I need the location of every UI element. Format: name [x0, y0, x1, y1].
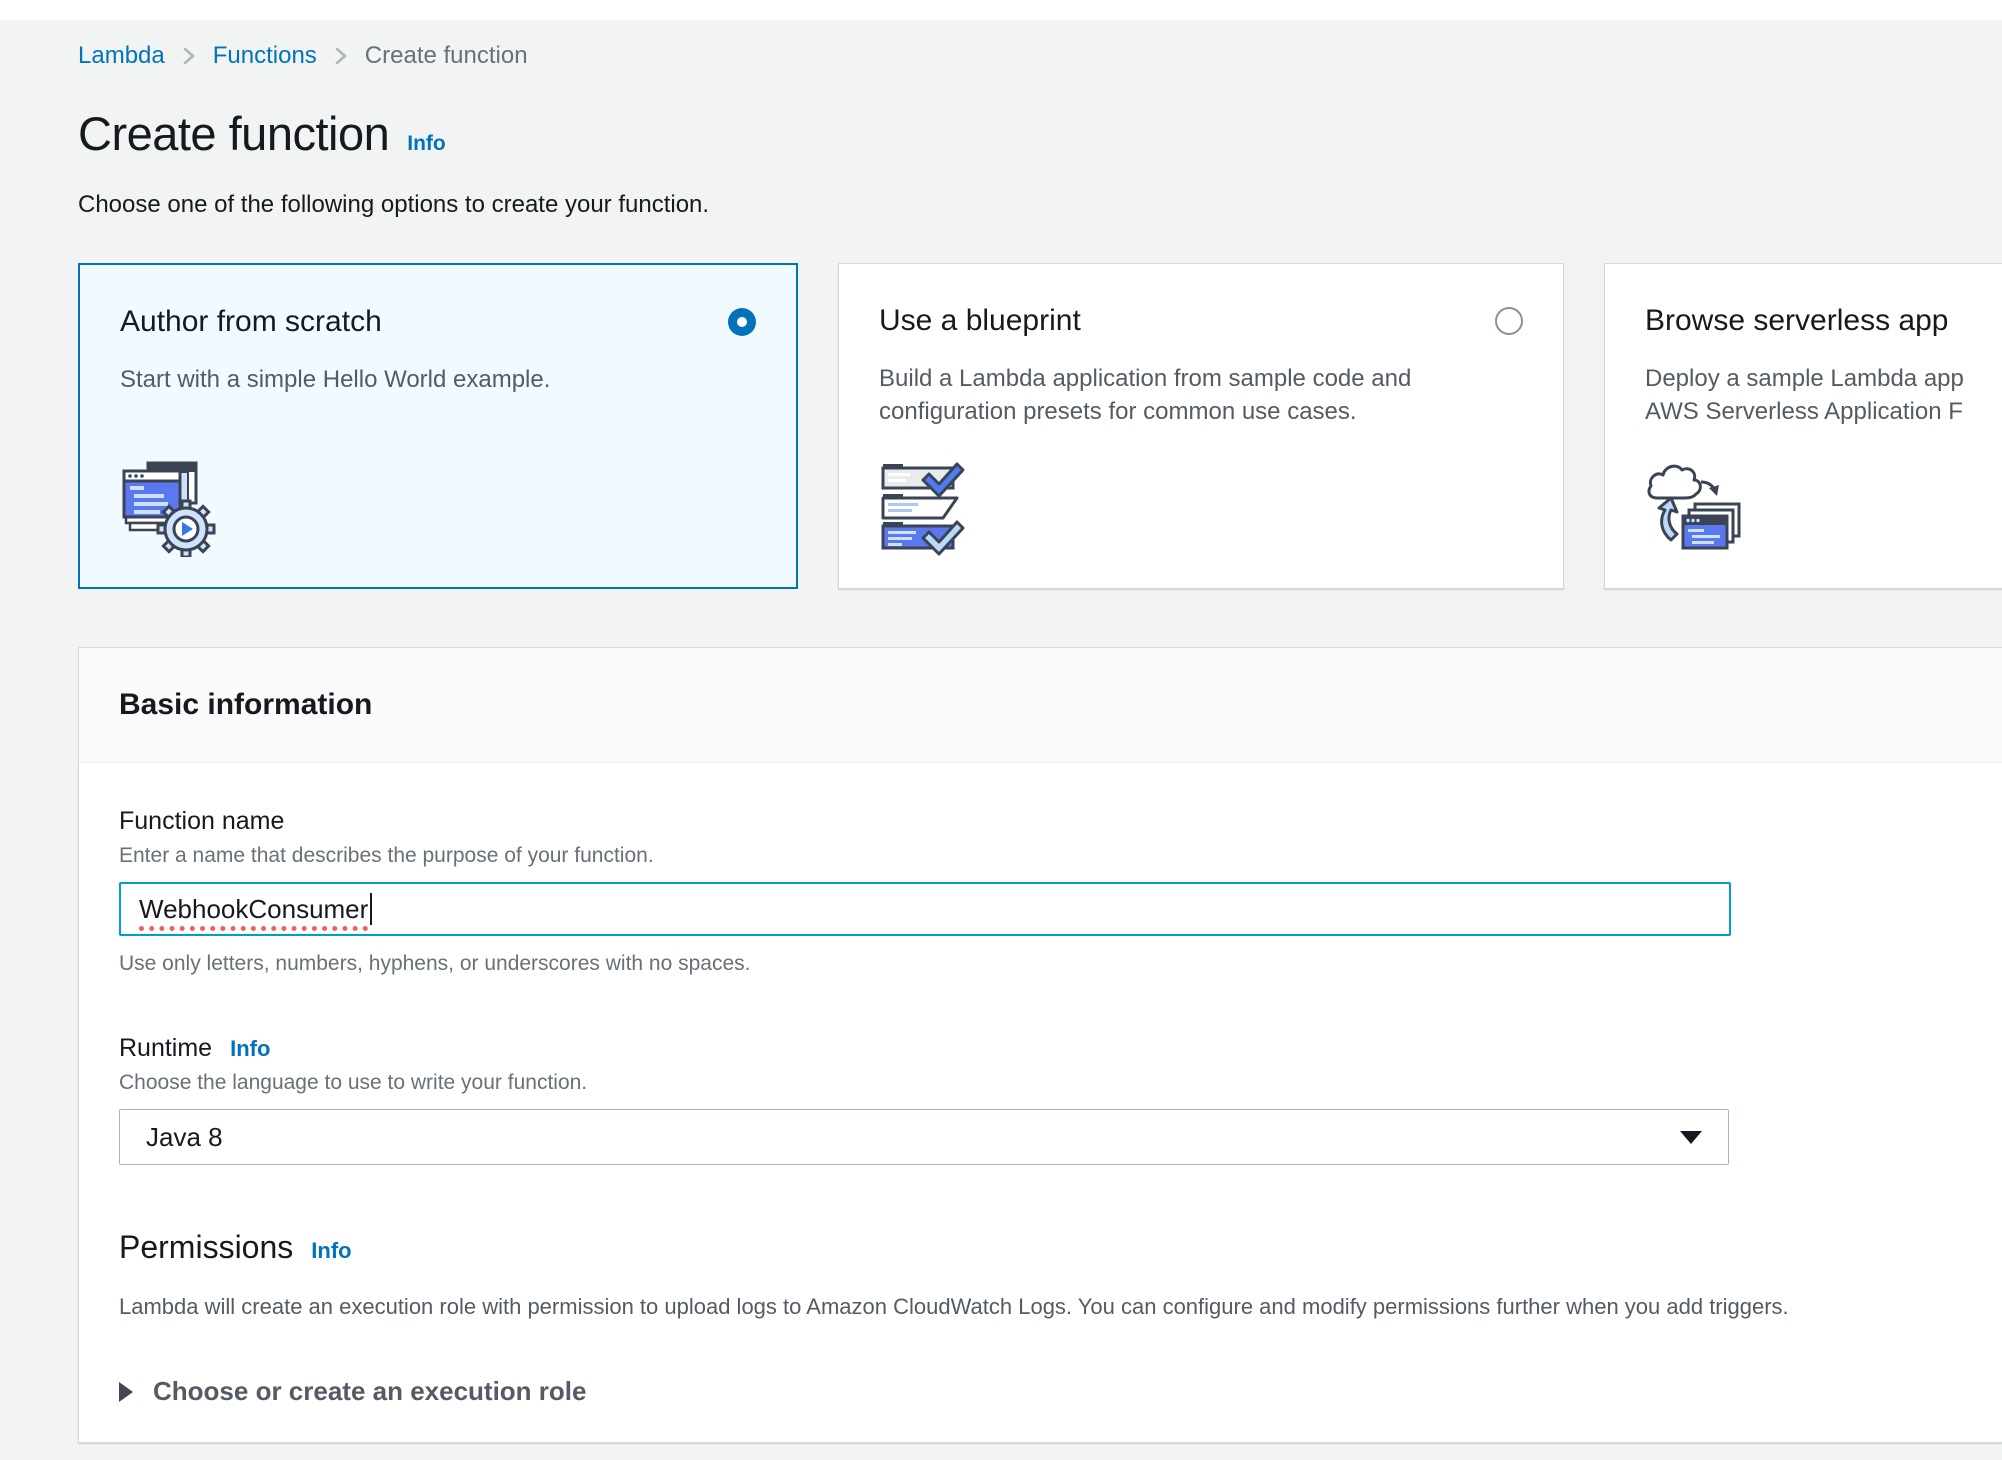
card-browse-serverless-app[interactable]: Browse serverless app Deploy a sample La… [1604, 263, 2002, 589]
breadcrumb-current: Create function [365, 42, 528, 70]
permissions-description: Lambda will create an execution role wit… [119, 1294, 1964, 1320]
card-description: Start with a simple Hello World example. [120, 363, 756, 396]
panel-body: Function name Enter a name that describe… [79, 763, 2002, 1443]
page-subtitle: Choose one of the following options to c… [78, 191, 2002, 219]
code-window-gear-play-icon [118, 457, 218, 557]
permissions-info-link[interactable]: Info [311, 1238, 351, 1264]
text-cursor [370, 893, 372, 925]
checklist-icon [877, 458, 977, 558]
card-use-a-blueprint[interactable]: Use a blueprint Build a Lambda applicati… [838, 263, 1564, 589]
basic-information-panel: Basic information Function name Enter a … [78, 647, 2002, 1443]
runtime-label: Runtime [119, 1034, 212, 1063]
runtime-info-link[interactable]: Info [230, 1036, 270, 1062]
card-description-line: AWS Serverless Application F [1645, 395, 2002, 428]
page-header: Create function Info [78, 70, 2002, 161]
card-author-from-scratch[interactable]: Author from scratch Start with a simple … [78, 263, 798, 589]
runtime-description: Choose the language to use to write your… [119, 1071, 1964, 1095]
breadcrumb-link-lambda[interactable]: Lambda [78, 42, 165, 70]
execution-role-expander[interactable]: Choose or create an execution role [119, 1376, 1964, 1407]
execution-role-expander-label: Choose or create an execution role [153, 1376, 586, 1407]
cloud-deploy-sync-icon [1643, 458, 1743, 558]
chevron-right-icon [333, 43, 349, 69]
permissions-title: Permissions [119, 1229, 293, 1266]
card-description-line: Deploy a sample Lambda app [1645, 362, 2002, 395]
breadcrumb-link-functions[interactable]: Functions [213, 42, 317, 70]
function-name-label: Function name [119, 807, 1964, 836]
create-option-cards: Author from scratch Start with a simple … [78, 263, 2002, 589]
card-title: Use a blueprint [879, 304, 1081, 338]
function-name-constraint: Use only letters, numbers, hyphens, or u… [119, 952, 1964, 976]
card-description: Deploy a sample Lambda app AWS Serverles… [1645, 362, 2002, 428]
runtime-field: Runtime Info Choose the language to use … [119, 1034, 1964, 1165]
chevron-down-icon [1680, 1131, 1702, 1144]
page-info-link[interactable]: Info [407, 132, 445, 155]
panel-title: Basic information [119, 688, 372, 721]
card-title: Browse serverless app [1645, 304, 1948, 338]
triangle-right-icon [119, 1382, 133, 1402]
radio-selected-icon[interactable] [728, 308, 756, 336]
runtime-selected-value: Java 8 [146, 1122, 223, 1153]
card-description: Build a Lambda application from sample c… [879, 362, 1519, 428]
chevron-right-icon [181, 43, 197, 69]
function-name-description: Enter a name that describes the purpose … [119, 844, 1964, 868]
radio-unselected-icon[interactable] [1495, 307, 1523, 335]
card-title: Author from scratch [120, 305, 382, 339]
top-strip [0, 0, 2002, 20]
function-name-value: WebhookConsumer [139, 894, 368, 925]
permissions-section: Permissions Info Lambda will create an e… [119, 1229, 1964, 1407]
panel-header: Basic information [79, 648, 2002, 763]
function-name-field: Function name Enter a name that describe… [119, 807, 1964, 976]
function-name-input[interactable]: WebhookConsumer [119, 882, 1731, 936]
runtime-select[interactable]: Java 8 [119, 1109, 1729, 1165]
breadcrumb: Lambda Functions Create function [78, 42, 2002, 70]
page-title: Create function [78, 106, 389, 161]
